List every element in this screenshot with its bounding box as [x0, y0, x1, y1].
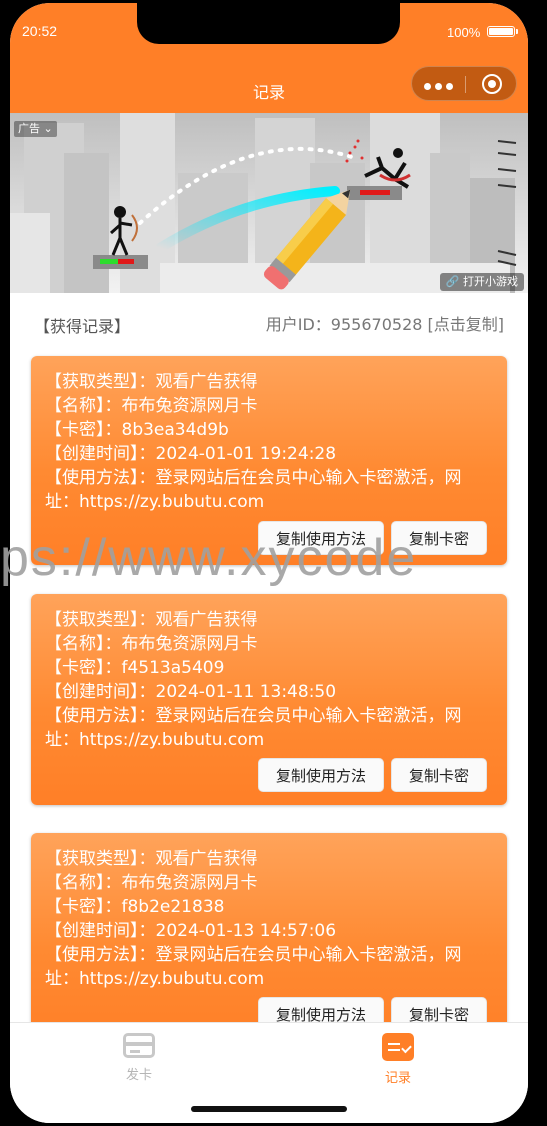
- card-icon: [123, 1033, 155, 1058]
- tab-label: 发卡: [125, 1068, 152, 1083]
- tab-records[interactable]: 记录: [358, 1033, 438, 1086]
- record-usage: 【使用方法】：登录网站后在会员中心输入卡密激活，网址：https://zy.bu…: [45, 468, 462, 512]
- home-indicator: [191, 1106, 347, 1112]
- battery-icon: [487, 26, 515, 37]
- record-card-key: 【卡密】：8b3ea34d9b: [45, 420, 229, 440]
- nav-bar: 记录: [10, 53, 528, 113]
- user-id-copy[interactable]: 用户ID：955670528 [点击复制]: [266, 311, 504, 335]
- record-icon: [382, 1033, 414, 1061]
- tab-issue-card[interactable]: 发卡: [99, 1033, 179, 1083]
- copy-key-button[interactable]: 复制卡密: [390, 758, 487, 792]
- record-name: 【名称】：布布兔资源网月卡: [45, 396, 258, 416]
- tab-label: 记录: [384, 1071, 411, 1086]
- record-type: 【获取类型】：观看广告获得: [45, 372, 258, 392]
- record-type: 【获取类型】：观看广告获得: [45, 610, 258, 630]
- status-time: 20:52: [22, 23, 58, 39]
- close-miniprogram-icon[interactable]: [482, 74, 502, 94]
- status-bar: 20:52 100%: [10, 3, 528, 53]
- record-name: 【名称】：布布兔资源网月卡: [45, 873, 258, 893]
- record-created-time: 【创建时间】：2024-01-13 14:57:06: [45, 921, 337, 941]
- ad-label[interactable]: 广告 ⌄: [14, 121, 57, 137]
- record-card-key: 【卡密】：f8b2e21838: [45, 897, 225, 917]
- record-card-key: 【卡密】：f4513a5409: [45, 658, 225, 678]
- notch: [137, 3, 400, 44]
- record-usage: 【使用方法】：登录网站后在会员中心输入卡密激活，网址：https://zy.bu…: [45, 945, 462, 989]
- records-header: 【获得记录】 用户ID：955670528 [点击复制]: [10, 308, 528, 338]
- record-created-time: 【创建时间】：2024-01-01 19:24:28: [45, 444, 337, 464]
- ad-game-illustration: [10, 113, 528, 293]
- copy-usage-button[interactable]: 复制使用方法: [257, 758, 384, 792]
- more-icon[interactable]: [424, 83, 453, 90]
- record-type: 【获取类型】：观看广告获得: [45, 849, 258, 869]
- ad-label-text: 广告: [18, 122, 40, 135]
- record-card: 【获取类型】：观看广告获得 【名称】：布布兔资源网月卡 【卡密】：f8b2e21…: [31, 833, 507, 1044]
- record-created-time: 【创建时间】：2024-01-11 13:48:50: [45, 682, 337, 702]
- record-card: 【获取类型】：观看广告获得 【名称】：布布兔资源网月卡 【卡密】：f4513a5…: [31, 594, 507, 805]
- watermark-overlay: ps://www.xycode: [0, 529, 418, 587]
- open-mini-game-label: 打开小游戏: [463, 275, 518, 288]
- record-name: 【名称】：布布兔资源网月卡: [45, 634, 258, 654]
- ad-banner[interactable]: 广告 ⌄ 🔗 打开小游戏: [10, 113, 528, 293]
- records-title: 【获得记录】: [34, 317, 131, 336]
- open-mini-game-button[interactable]: 🔗 打开小游戏: [439, 273, 524, 291]
- capsule-divider: [465, 76, 466, 93]
- battery-tip: [516, 29, 518, 34]
- battery-percent: 100%: [447, 25, 481, 40]
- mini-program-capsule: [411, 66, 517, 101]
- record-usage: 【使用方法】：登录网站后在会员中心输入卡密激活，网址：https://zy.bu…: [45, 706, 462, 750]
